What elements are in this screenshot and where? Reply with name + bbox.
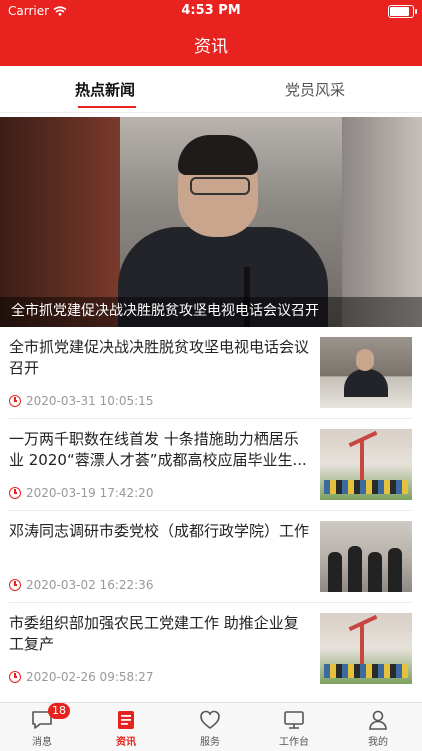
news-date: 2020-03-02 16:22:36	[26, 578, 154, 592]
page-title: 资讯	[194, 37, 228, 57]
thumbnail-crowd	[324, 480, 408, 494]
news-tabs: 热点新闻 党员风采	[0, 66, 422, 113]
tabbar-item-workbench[interactable]: 工作台	[252, 703, 336, 751]
news-icon	[118, 711, 134, 729]
news-item[interactable]: 市委组织部加强农民工党建工作 助推企业复工复产 2020-02-26 09:58…	[0, 603, 422, 695]
news-title: 市委组织部加强农民工党建工作 助推企业复工复产	[9, 614, 299, 653]
news-date-row: 2020-03-02 16:22:36	[9, 578, 153, 592]
heart-icon	[200, 710, 220, 729]
featured-banner[interactable]: 全市抓党建促决战决胜脱贫攻坚电视电话会议召开	[0, 117, 422, 327]
news-item[interactable]: 一万两千职数在线首发 十条措施助力栖居乐业 2020“蓉漂人才荟”成都高校应届毕…	[0, 419, 422, 511]
news-thumbnail	[320, 337, 412, 408]
clock-icon	[9, 487, 21, 499]
tabbar-label: 我的	[368, 737, 388, 748]
banner-background-left	[0, 117, 120, 327]
thumbnail-person	[328, 552, 342, 592]
battery-icon	[388, 5, 417, 18]
tab-active-indicator	[78, 106, 136, 108]
news-title: 一万两千职数在线首发 十条措施助力栖居乐业 2020“蓉漂人才荟”成都高校应届毕…	[9, 430, 307, 469]
tab-member-style[interactable]: 党员风采	[285, 79, 345, 100]
tabbar-label: 资讯	[116, 737, 136, 748]
banner-person-glasses	[190, 177, 250, 195]
tabbar-item-services[interactable]: 服务	[168, 703, 252, 751]
bottom-tab-bar: 18 消息 资讯 服务 工作台 我的	[0, 702, 422, 751]
news-date: 2020-03-19 17:42:20	[26, 486, 154, 500]
news-date-row: 2020-02-26 09:58:27	[9, 670, 153, 684]
user-icon	[369, 710, 387, 730]
news-date: 2020-02-26 09:58:27	[26, 670, 154, 684]
battery-level	[390, 7, 409, 16]
clock-icon	[9, 671, 21, 683]
thumbnail-crowd	[324, 664, 408, 678]
unread-badge: 18	[48, 703, 70, 719]
thumbnail-person	[368, 552, 382, 592]
tabbar-label: 消息	[32, 737, 52, 748]
tabbar-item-messages[interactable]: 18 消息	[0, 703, 84, 751]
app-header: Carrier 4:53 PM 资讯	[0, 0, 422, 66]
tabbar-label: 工作台	[279, 737, 309, 748]
news-title: 邓涛同志调研市委党校（成都行政学院）工作	[9, 522, 309, 540]
tab-hot-news[interactable]: 热点新闻	[75, 79, 135, 100]
thumbnail-person-body	[344, 369, 388, 397]
news-title: 全市抓党建促决战决胜脱贫攻坚电视电话会议召开	[9, 338, 309, 377]
clock-icon	[9, 395, 21, 407]
tabbar-item-profile[interactable]: 我的	[336, 703, 420, 751]
news-thumbnail	[320, 521, 412, 592]
thumbnail-person	[388, 548, 402, 592]
news-date: 2020-03-31 10:05:15	[26, 394, 154, 408]
news-date-row: 2020-03-31 10:05:15	[9, 394, 153, 408]
status-time: 4:53 PM	[181, 3, 241, 18]
monitor-icon	[284, 711, 304, 729]
banner-background-right	[342, 117, 422, 327]
thumbnail-person-head	[356, 349, 374, 371]
banner-person-hair	[178, 135, 258, 175]
news-date-row: 2020-03-19 17:42:20	[9, 486, 153, 500]
clock-icon	[9, 579, 21, 591]
tabbar-label: 服务	[200, 737, 220, 748]
news-item[interactable]: 全市抓党建促决战决胜脱贫攻坚电视电话会议召开 2020-03-31 10:05:…	[0, 327, 422, 419]
thumbnail-person	[348, 546, 362, 592]
tabbar-item-news[interactable]: 资讯	[84, 703, 168, 751]
news-thumbnail	[320, 429, 412, 500]
news-thumbnail	[320, 613, 412, 684]
news-item[interactable]: 邓涛同志调研市委党校（成都行政学院）工作 2020-03-02 16:22:36	[0, 511, 422, 603]
banner-caption: 全市抓党建促决战决胜脱贫攻坚电视电话会议召开	[11, 303, 319, 319]
status-bar: Carrier 4:53 PM	[0, 0, 422, 22]
